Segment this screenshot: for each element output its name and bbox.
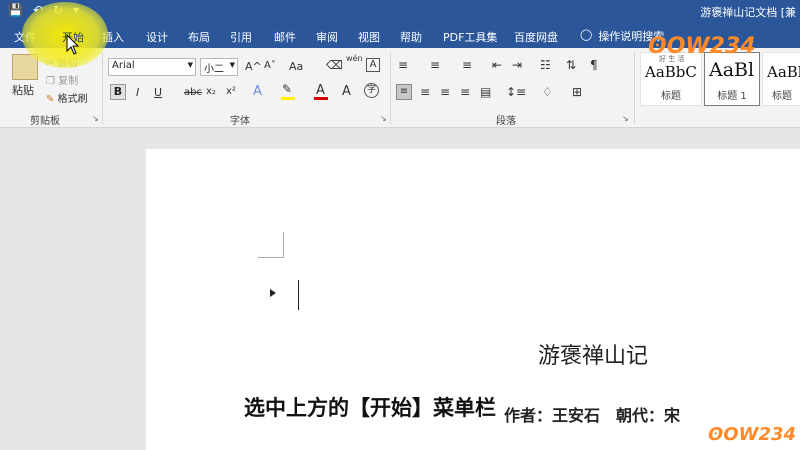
font-name-value: Arial xyxy=(112,60,135,71)
tab-pdf-tools[interactable]: PDF工具集 xyxy=(443,29,497,45)
multilevel-list-icon[interactable]: ≡ xyxy=(462,58,472,72)
tab-references[interactable]: 引用 xyxy=(230,29,252,45)
watermark-text: ʘOW234 xyxy=(648,34,756,59)
separator xyxy=(634,52,635,124)
lightbulb-icon: ◯ xyxy=(580,28,593,41)
grow-font-button[interactable]: A^ xyxy=(245,60,262,73)
separator xyxy=(390,52,391,124)
document-heading: 游褒禅山记 xyxy=(538,344,649,369)
enclose-characters-icon[interactable]: 字 xyxy=(364,83,379,98)
document-title: 游褒禅山记文档 [兼 xyxy=(700,6,796,19)
document-author-line: 作者：王安石 朝代：宋 xyxy=(504,406,681,425)
save-icon[interactable]: 💾 xyxy=(8,3,23,17)
strikethrough-button[interactable]: abc xyxy=(184,87,202,98)
decrease-indent-icon[interactable]: ⇤ xyxy=(492,58,502,72)
watermark-logo-bottom: ʘOW234 xyxy=(708,424,796,445)
bullets-icon[interactable]: ≡ xyxy=(398,58,408,72)
font-size-select[interactable]: 小二 ▼ xyxy=(200,58,238,76)
font-launcher-icon[interactable]: ↘ xyxy=(380,114,387,123)
watermark-text: ʘOW234 xyxy=(708,424,797,445)
style-sample: AaBl xyxy=(709,59,755,81)
sort-icon[interactable]: ⇅ xyxy=(566,58,576,72)
tutorial-caption: 选中上方的【开始】菜单栏 xyxy=(244,396,496,420)
align-right-icon[interactable]: ≡ xyxy=(440,85,450,99)
separator xyxy=(102,52,103,124)
brush-icon: ✎ xyxy=(46,94,55,105)
bold-button[interactable]: B xyxy=(110,84,126,100)
style-item-title[interactable]: AaBb 标题 xyxy=(762,52,800,106)
style-name: 标题 1 xyxy=(717,91,747,102)
character-border-icon[interactable]: A xyxy=(366,58,380,72)
mouse-pointer-icon xyxy=(66,34,80,55)
subscript-button[interactable]: x₂ xyxy=(206,86,216,97)
copy-icon: ❐ xyxy=(46,76,55,87)
format-painter-button[interactable]: ✎ 格式刷 xyxy=(46,90,88,105)
style-sample: AaBbC xyxy=(645,63,697,81)
style-name: 标题 xyxy=(772,91,792,102)
align-left-button[interactable]: ≡ xyxy=(396,84,412,100)
paragraph-group-label: 段落 xyxy=(496,116,516,127)
font-size-value: 小二 xyxy=(204,64,224,75)
paste-button[interactable]: 粘贴 xyxy=(12,82,34,98)
character-shading-icon[interactable]: A xyxy=(342,84,351,99)
paragraph-launcher-icon[interactable]: ↘ xyxy=(622,114,629,123)
tab-design[interactable]: 设计 xyxy=(146,29,168,45)
increase-indent-icon[interactable]: ⇥ xyxy=(512,58,522,72)
tab-help[interactable]: 帮助 xyxy=(400,29,422,45)
underline-button[interactable]: U xyxy=(154,86,162,99)
line-spacing-icon[interactable]: ↕≡ xyxy=(506,85,526,99)
ribbon-home: 粘贴 ✂ 剪切 ❐ 复制 ✎ 格式刷 剪贴板 ↘ Arial ▼ 小二 ▼ A^… xyxy=(0,48,800,128)
change-case-button[interactable]: Aa xyxy=(289,60,303,73)
tab-view[interactable]: 视图 xyxy=(358,29,380,45)
watermark-logo: ʘOW234 xyxy=(648,34,756,59)
text-cursor xyxy=(298,280,299,310)
style-item-normal[interactable]: 好 生 活 AaBbC 标题 xyxy=(640,52,702,106)
numbering-icon[interactable]: ≡ xyxy=(430,58,440,72)
text-effects-icon[interactable]: A xyxy=(253,84,262,99)
style-sample: AaBb xyxy=(767,63,800,81)
chevron-down-icon: ▼ xyxy=(187,61,193,69)
title-bar: 💾 ↶ ↻ ▾ 游褒禅山记文档 [兼 xyxy=(0,0,800,24)
clipboard-group-label: 剪贴板 xyxy=(30,116,60,127)
chinese-layout-icon[interactable]: ☷ xyxy=(540,58,551,72)
paragraph-collapse-icon[interactable] xyxy=(270,289,276,297)
tab-review[interactable]: 审阅 xyxy=(316,29,338,45)
copy-button[interactable]: ❐ 复制 xyxy=(46,72,78,87)
font-color-bar xyxy=(314,97,328,100)
superscript-button[interactable]: x² xyxy=(226,86,236,97)
distributed-icon[interactable]: ▤ xyxy=(480,85,491,99)
clear-formatting-icon[interactable]: ⌫ xyxy=(326,58,343,72)
show-marks-icon[interactable]: ¶ xyxy=(590,58,598,72)
highlight-icon[interactable]: ✎ xyxy=(282,82,292,96)
italic-button[interactable]: I xyxy=(136,86,139,99)
copy-label: 复制 xyxy=(58,76,79,87)
chevron-down-icon: ▼ xyxy=(229,61,235,69)
font-color-icon[interactable]: A xyxy=(316,83,325,98)
shading-icon[interactable]: ♢ xyxy=(542,85,553,99)
margin-corner-mark xyxy=(258,232,284,258)
style-item-heading-1[interactable]: AaBl 标题 1 xyxy=(704,52,760,106)
tab-baidu-netdisk[interactable]: 百度网盘 xyxy=(514,29,558,45)
phonetic-guide-button[interactable]: wén xyxy=(346,54,363,63)
tab-layout[interactable]: 布局 xyxy=(188,29,210,45)
shrink-font-button[interactable]: A˅ xyxy=(264,60,276,71)
font-name-select[interactable]: Arial ▼ xyxy=(108,58,196,76)
align-center-icon[interactable]: ≡ xyxy=(420,85,430,99)
borders-icon[interactable]: ⊞ xyxy=(572,85,582,99)
style-name: 标题 xyxy=(661,91,681,102)
clipboard-launcher-icon[interactable]: ↘ xyxy=(92,114,99,123)
tab-mailings[interactable]: 邮件 xyxy=(274,29,296,45)
format-painter-label: 格式刷 xyxy=(57,94,88,105)
justify-icon[interactable]: ≡ xyxy=(460,85,470,99)
highlight-color-bar xyxy=(281,97,295,100)
font-group-label: 字体 xyxy=(230,116,250,127)
